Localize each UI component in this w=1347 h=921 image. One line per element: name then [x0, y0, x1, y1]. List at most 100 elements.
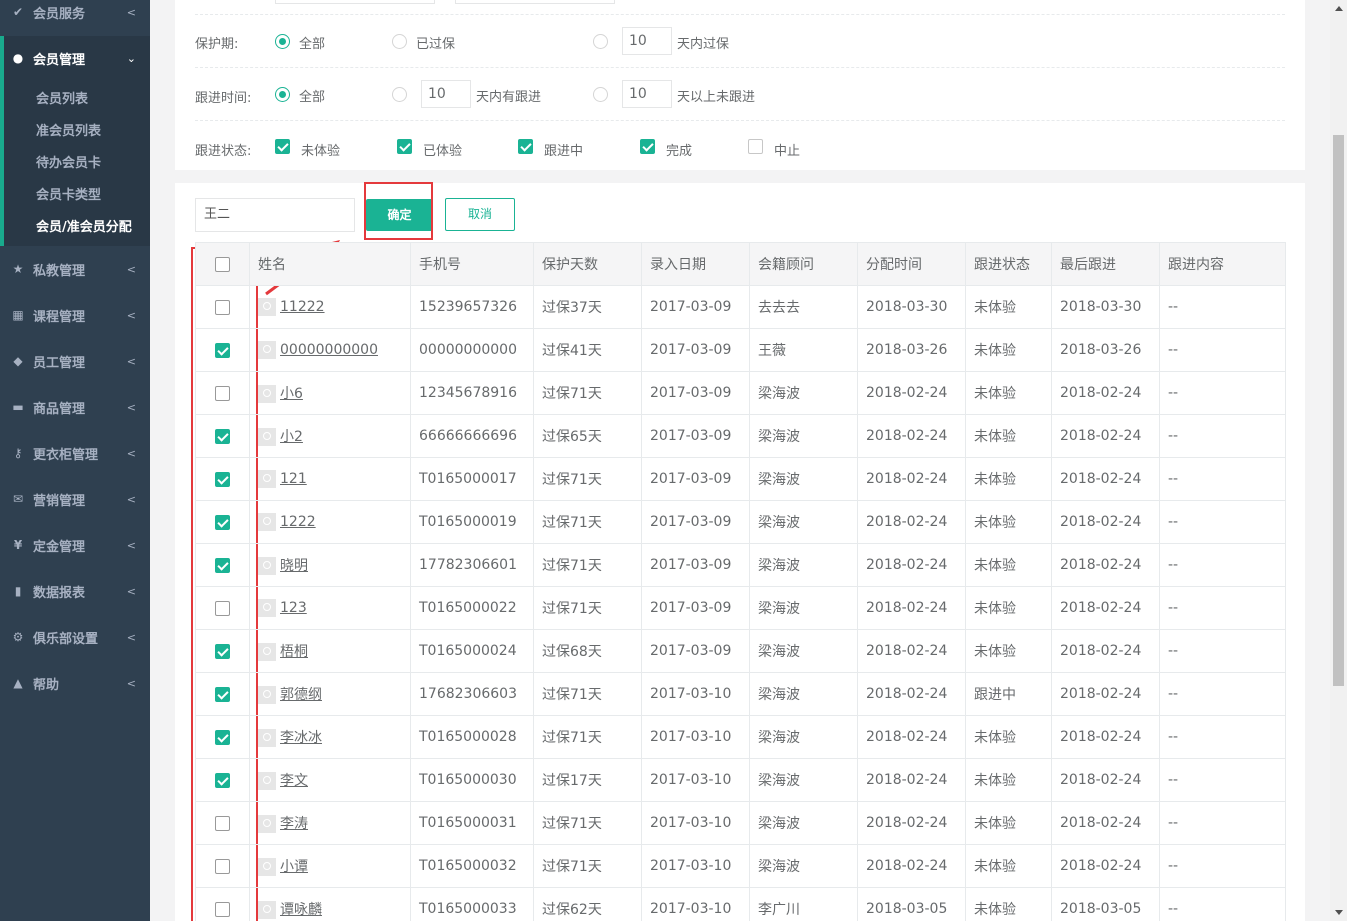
nav-marketing-management[interactable]: ✉ 营销管理 < — [0, 487, 150, 511]
status-cell: 未体验 — [965, 586, 1052, 630]
row-checkbox[interactable] — [215, 772, 230, 788]
member-name-link[interactable]: 00000000000 — [280, 342, 378, 358]
member-name-link[interactable]: 谭咏麟 — [280, 902, 322, 918]
row-checkbox[interactable] — [215, 557, 230, 573]
col-header[interactable]: 分配时间 — [857, 242, 966, 286]
col-header[interactable]: 姓名 — [249, 242, 411, 286]
table-row[interactable]: 梧桐 T0165000024 过保68天 2017-03-09 梁海波 2018-02-2… — [195, 629, 1286, 673]
row-checkbox[interactable] — [215, 299, 230, 315]
row-checkbox[interactable] — [215, 428, 230, 444]
protection-within-radio[interactable] — [593, 34, 608, 49]
row-checkbox[interactable] — [215, 342, 230, 358]
col-header[interactable]: 跟进内容 — [1159, 242, 1286, 286]
scrollbar-thumb[interactable] — [1333, 135, 1344, 686]
member-name-link[interactable]: 121 — [280, 471, 307, 487]
nav-reports[interactable]: ▮ 数据报表 < — [0, 579, 150, 603]
protection-all-radio[interactable] — [275, 34, 290, 49]
table-row[interactable]: 谭咏麟 T0165000033 过保62天 2017-03-10 李广川 2018-03-… — [195, 887, 1286, 921]
advisor-cell: 梁海波 — [749, 371, 858, 415]
followup-within-days-input[interactable]: 10 — [421, 80, 471, 108]
row-checkbox[interactable] — [215, 514, 230, 530]
subnav-card-types[interactable]: 会员卡类型 — [36, 184, 101, 203]
nav-help[interactable]: ▲ 帮助 < — [0, 671, 150, 695]
row-select-cell — [195, 672, 250, 716]
member-name-link[interactable]: 李涛 — [280, 816, 308, 832]
row-checkbox[interactable] — [215, 858, 230, 874]
scroll-down-icon[interactable] — [1335, 910, 1343, 915]
member-name-link[interactable]: 李冰冰 — [280, 730, 322, 746]
row-checkbox[interactable] — [215, 471, 230, 487]
col-header[interactable]: 保护天数 — [533, 242, 642, 286]
row-checkbox[interactable] — [215, 686, 230, 702]
nav-pt-management[interactable]: ★ 私教管理 < — [0, 257, 150, 281]
avatar-icon — [258, 643, 276, 661]
nav-member-management[interactable]: ● 会员管理 ⌄ — [0, 46, 150, 70]
nav-deposit-management[interactable]: ¥ 定金管理 < — [0, 533, 150, 557]
subnav-prospect-list[interactable]: 准会员列表 — [36, 120, 101, 139]
row-checkbox[interactable] — [215, 643, 230, 659]
scroll-up-icon[interactable] — [1335, 6, 1343, 11]
status-not-tried-checkbox[interactable] — [275, 139, 290, 154]
col-header[interactable]: 录入日期 — [641, 242, 750, 286]
filter-input-top-2[interactable] — [455, 0, 615, 4]
followup-over-radio[interactable] — [593, 87, 608, 102]
row-checkbox[interactable] — [215, 385, 230, 401]
member-name-link[interactable]: 123 — [280, 600, 307, 616]
col-header[interactable]: 会籍顾问 — [749, 242, 858, 286]
nav-course-management[interactable]: ▦ 课程管理 < — [0, 303, 150, 327]
nav-staff-management[interactable]: ◆ 员工管理 < — [0, 349, 150, 373]
table-row[interactable]: 李冰冰 T0165000028 过保71天 2017-03-10 梁海波 2018-02-… — [195, 715, 1286, 759]
row-checkbox[interactable] — [215, 729, 230, 745]
nav-locker-management[interactable]: ⚷ 更衣柜管理 < — [0, 441, 150, 465]
table-row[interactable]: 小谭 T0165000032 过保71天 2017-03-10 梁海波 2018-02-2… — [195, 844, 1286, 888]
protection-expired-radio[interactable] — [392, 34, 407, 49]
followup-within-radio[interactable] — [392, 87, 407, 102]
table-row[interactable]: 晓明 17782306601 过保71天 2017-03-09 梁海波 2018-02-2… — [195, 543, 1286, 587]
member-name-link[interactable]: 梧桐 — [280, 644, 308, 660]
table-row[interactable]: 郭德纲 17682306603 过保71天 2017-03-10 梁海波 2018-02-… — [195, 672, 1286, 716]
table-row[interactable]: 李涛 T0165000031 过保71天 2017-03-10 梁海波 2018-02-2… — [195, 801, 1286, 845]
member-name-link[interactable]: 李文 — [280, 773, 308, 789]
member-name-link[interactable]: 小2 — [280, 429, 303, 445]
table-row[interactable]: 121 T0165000017 过保71天 2017-03-09 梁海波 2018-02-… — [195, 457, 1286, 501]
table-row[interactable]: 1222 T0165000019 过保71天 2017-03-09 梁海波 2018-02… — [195, 500, 1286, 544]
table-row[interactable]: 11222 15239657326 过保37天 2017-03-09 去去去 2018-0… — [195, 285, 1286, 329]
nav-member-service[interactable]: ✔ 会员服务 < — [0, 0, 150, 24]
row-checkbox[interactable] — [215, 600, 230, 616]
followup-over-days-input[interactable]: 10 — [622, 80, 672, 108]
protection-days-input[interactable]: 10 — [622, 27, 672, 55]
member-name-link[interactable]: 小谭 — [280, 859, 308, 875]
status-stopped-checkbox[interactable] — [748, 139, 763, 154]
nav-goods-management[interactable]: ▬ 商品管理 < — [0, 395, 150, 419]
table-row[interactable]: 123 T0165000022 过保71天 2017-03-09 梁海波 2018-02-… — [195, 586, 1286, 630]
nav-club-settings[interactable]: ⚙ 俱乐部设置 < — [0, 625, 150, 649]
table-row[interactable]: 小2 66666666696 过保65天 2017-03-09 梁海波 2018-02-2… — [195, 414, 1286, 458]
member-name-link[interactable]: 11222 — [280, 299, 325, 315]
member-name-link[interactable]: 小6 — [280, 386, 303, 402]
subnav-pending-cards[interactable]: 待办会员卡 — [36, 152, 101, 171]
row-checkbox[interactable] — [215, 901, 230, 917]
table-row[interactable]: 小6 12345678916 过保71天 2017-03-09 梁海波 2018-02-2… — [195, 371, 1286, 415]
advisor-search-input[interactable]: 王二 — [195, 198, 355, 232]
member-name-link[interactable]: 1222 — [280, 514, 316, 530]
table-row[interactable]: 李文 T0165000030 过保17天 2017-03-10 梁海波 2018-02-2… — [195, 758, 1286, 802]
status-following-checkbox[interactable] — [518, 139, 533, 154]
member-name-link[interactable]: 晓明 — [280, 558, 308, 574]
subnav-member-list[interactable]: 会员列表 — [36, 88, 88, 107]
page-scrollbar[interactable] — [1330, 0, 1347, 921]
followup-all-radio[interactable] — [275, 87, 290, 102]
col-header[interactable]: 手机号 — [410, 242, 534, 286]
table-row[interactable]: 00000000000 00000000000 过保41天 2017-03-09 王薇 2… — [195, 328, 1286, 372]
followup-time-label: 跟进时间: — [195, 91, 252, 106]
select-all-checkbox[interactable] — [215, 256, 230, 272]
cancel-button[interactable]: 取消 — [445, 198, 515, 231]
member-table: 姓名 手机号 保护天数 录入日期 会籍顾问 分配时间 跟进状态 最后跟进 跟进内… — [195, 242, 1286, 921]
subnav-member-assign[interactable]: 会员/准会员分配 — [36, 216, 132, 235]
row-checkbox[interactable] — [215, 815, 230, 831]
status-done-checkbox[interactable] — [640, 139, 655, 154]
col-header[interactable]: 跟进状态 — [965, 242, 1052, 286]
member-name-link[interactable]: 郭德纲 — [280, 687, 322, 703]
filter-input-top-1[interactable] — [275, 0, 435, 4]
col-header[interactable]: 最后跟进 — [1051, 242, 1160, 286]
status-tried-checkbox[interactable] — [397, 139, 412, 154]
